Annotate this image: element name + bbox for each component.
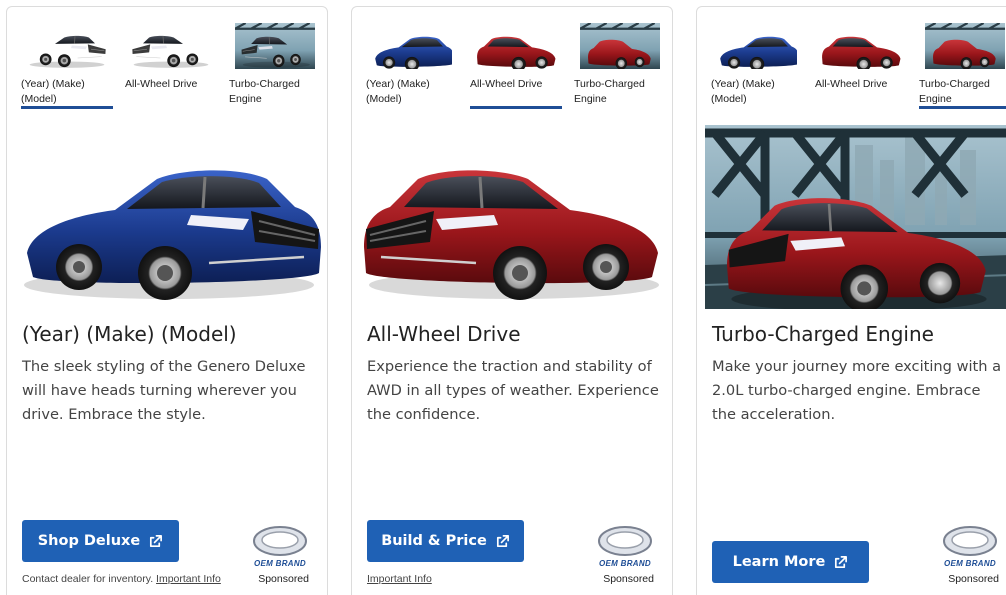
footnote: Contact dealer for inventory. Important … — [22, 573, 221, 585]
tab-year-make-model[interactable]: (Year) (Make) (Model) — [21, 21, 117, 117]
tab-label: All-Wheel Drive — [470, 78, 543, 90]
red-car-thumbnail — [477, 36, 556, 69]
active-tab-indicator — [21, 106, 113, 109]
card-title: Turbo-Charged Engine — [712, 322, 934, 346]
tab-label: Turbo-Charged Engine — [574, 78, 645, 105]
oem-brand-logo-icon — [943, 526, 997, 556]
hero-image-bridge-sedan — [705, 125, 1006, 309]
sponsored-label: Sponsored — [258, 573, 309, 585]
red-car-thumbnail — [131, 34, 209, 69]
blue-car-thumbnail — [375, 36, 452, 69]
oem-brand-logo: OEM BRAND — [592, 523, 658, 571]
external-link-icon — [150, 534, 163, 547]
cta-label: Shop Deluxe — [37, 533, 141, 549]
feature-tabs: (Year) (Make) (Model) All-Wheel Drive Tu… — [366, 21, 664, 117]
important-info-link[interactable]: Important Info — [156, 573, 221, 585]
tab-turbo-charged-engine[interactable]: Turbo-Charged Engine — [919, 21, 1006, 117]
tab-indicator — [574, 106, 666, 109]
feature-tabs: (Year) (Make) (Model) All-Wheel Drive Tu… — [21, 21, 319, 117]
brand-label: OEM BRAND — [598, 559, 652, 568]
feature-tabs: (Year) (Make) (Model) All-Wheel Drive Tu… — [711, 21, 1006, 117]
oem-brand-logo: OEM BRAND — [937, 523, 1003, 571]
oem-brand-logo-icon — [598, 526, 652, 556]
cta-label: Learn More — [732, 554, 826, 570]
footnote-text: Contact dealer for inventory. — [22, 573, 154, 585]
oem-brand-logo: OEM BRAND — [247, 523, 313, 571]
hero-image-red-sedan — [364, 170, 659, 300]
feature-card-turbo: (Year) (Make) (Model) All-Wheel Drive Tu… — [696, 6, 1006, 595]
tab-indicator — [815, 106, 907, 109]
footnote: Important Info — [367, 573, 432, 585]
learn-more-button[interactable]: Learn More — [712, 541, 869, 583]
shop-deluxe-button[interactable]: Shop Deluxe — [22, 520, 179, 562]
tab-all-wheel-drive[interactable]: All-Wheel Drive — [470, 21, 566, 117]
card-title: All-Wheel Drive — [367, 322, 521, 346]
bridge-car-thumbnail — [925, 23, 1005, 69]
tab-indicator — [366, 106, 458, 109]
tab-label: Turbo-Charged Engine — [229, 78, 300, 105]
tab-indicator — [125, 106, 217, 109]
active-tab-indicator — [470, 106, 562, 109]
tab-indicator — [229, 106, 321, 109]
tab-year-make-model[interactable]: (Year) (Make) (Model) — [366, 21, 462, 117]
active-tab-indicator — [919, 106, 1006, 109]
tab-indicator — [711, 106, 803, 109]
blue-car-thumbnail — [720, 36, 797, 69]
tab-all-wheel-drive[interactable]: All-Wheel Drive — [815, 21, 911, 117]
card-description: Experience the traction and stability of… — [367, 358, 659, 423]
tab-year-make-model[interactable]: (Year) (Make) (Model) — [711, 21, 807, 117]
brand-label: OEM BRAND — [253, 559, 307, 568]
tab-turbo-charged-engine[interactable]: Turbo-Charged Engine — [229, 21, 325, 117]
tab-label: (Year) (Make) (Model) — [366, 78, 430, 105]
important-info-link[interactable]: Important Info — [367, 573, 432, 585]
red-car-thumbnail — [822, 36, 901, 69]
tab-label: Turbo-Charged Engine — [919, 78, 990, 105]
brand-label: OEM BRAND — [943, 559, 997, 568]
card-description: The sleek styling of the Genero Deluxe w… — [22, 358, 306, 423]
hero-image-blue-sedan — [24, 170, 321, 300]
build-and-price-button[interactable]: Build & Price — [367, 520, 524, 562]
tab-turbo-charged-engine[interactable]: Turbo-Charged Engine — [574, 21, 670, 117]
card-description: Make your journey more exciting with a 2… — [712, 358, 1002, 423]
external-link-icon — [496, 534, 509, 547]
tab-label: (Year) (Make) (Model) — [21, 78, 85, 105]
tab-label: All-Wheel Drive — [125, 78, 198, 90]
tab-all-wheel-drive[interactable]: All-Wheel Drive — [125, 21, 221, 117]
blue-car-thumbnail — [29, 34, 107, 69]
sponsored-label: Sponsored — [603, 573, 654, 585]
tab-label: All-Wheel Drive — [815, 78, 888, 90]
feature-card-awd: (Year) (Make) (Model) All-Wheel Drive Tu… — [351, 6, 673, 595]
sponsored-label: Sponsored — [948, 573, 999, 585]
card-title: (Year) (Make) (Model) — [22, 322, 237, 346]
bridge-car-thumbnail — [235, 23, 315, 69]
tab-label: (Year) (Make) (Model) — [711, 78, 775, 105]
bridge-car-thumbnail — [580, 23, 660, 69]
cta-label: Build & Price — [381, 533, 487, 549]
feature-card-deluxe: (Year) (Make) (Model) All-Wheel Drive Tu… — [6, 6, 328, 595]
oem-brand-logo-icon — [253, 526, 307, 556]
external-link-icon — [835, 555, 848, 568]
